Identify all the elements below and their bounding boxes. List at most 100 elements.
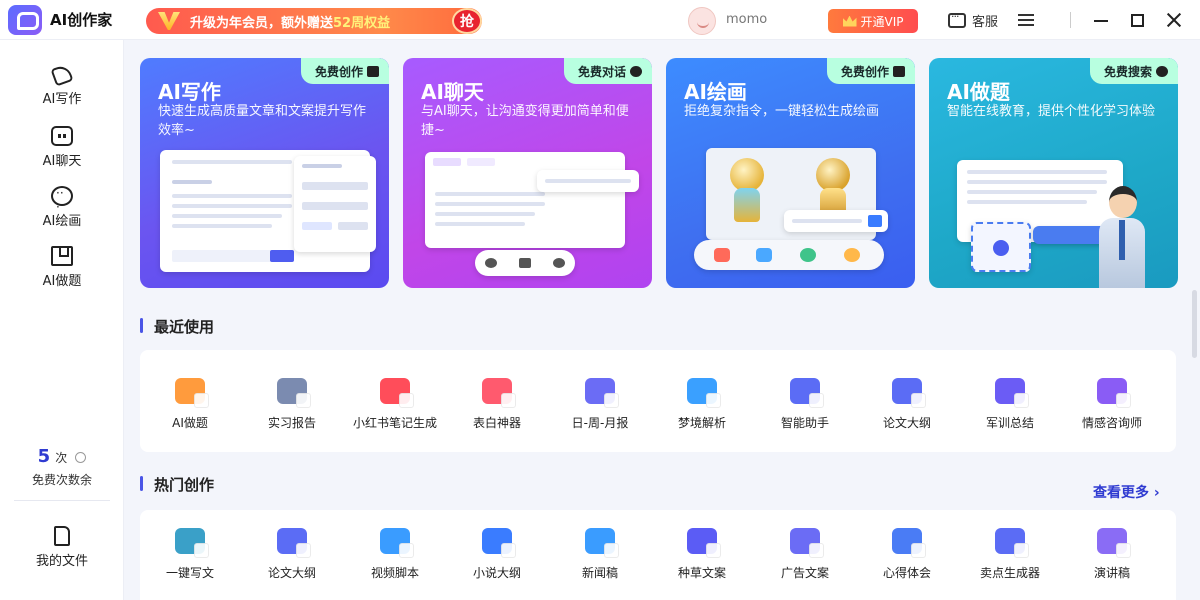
tool-thesis-outline[interactable]: 论文大纲: [857, 378, 957, 431]
badge-icon: [995, 378, 1029, 408]
open-vip-label: 开通VIP: [860, 14, 904, 29]
tool-smart-assistant[interactable]: 智能助手: [755, 378, 855, 431]
tool-label: 一键写文: [165, 566, 214, 580]
card-title: AI写作: [158, 80, 221, 104]
drawing-style-picker-illustration: [694, 240, 884, 270]
card-tag[interactable]: 免费创作: [300, 58, 389, 84]
tool-daily-weekly-report[interactable]: 日-周-月报: [550, 378, 650, 431]
drawing-prompt-illustration: [784, 210, 888, 232]
minimize-icon[interactable]: [1094, 20, 1108, 22]
tool-one-click-writing[interactable]: 一键写文: [140, 528, 240, 581]
app-title: AI创作家: [50, 11, 113, 29]
tool-label: 日-周-月报: [571, 416, 629, 430]
tool-novel-outline[interactable]: 小说大纲: [447, 528, 547, 581]
username[interactable]: momo: [726, 12, 767, 27]
card-title: AI绘画: [684, 80, 747, 104]
tool-label: 种草文案: [677, 566, 726, 580]
tool-video-script[interactable]: 视频脚本: [345, 528, 445, 581]
outline-icon: [277, 528, 311, 558]
recent-tools-panel: AI做题 实习报告 小红书笔记生成 表白神器 日-周-月报 梦境解析 智能助手 …: [140, 350, 1176, 452]
microphone-icon: [1097, 528, 1131, 558]
vip-badge-icon: [146, 8, 190, 34]
book-icon: [482, 528, 516, 558]
card-tag[interactable]: 免费对话: [563, 58, 652, 84]
vip-upgrade-banner[interactable]: 升级为年会员，额外赠送52周权益 抢: [146, 8, 482, 34]
card-ai-drawing[interactable]: 免费创作 AI绘画 拒绝复杂指令，一键轻松生成绘画: [666, 58, 915, 288]
vip-banner-text: 升级为年会员，额外赠送52周权益: [190, 15, 391, 31]
love-letter-icon: [482, 378, 516, 408]
tool-emotional-counselor[interactable]: 情感咨询师: [1062, 378, 1162, 431]
card-ai-chat[interactable]: 免费对话 AI聊天 与AI聊天，让沟通变得更加简单和便捷~: [403, 58, 652, 288]
tool-label: 论文大纲: [882, 416, 931, 430]
chat-bubble-icon: [948, 10, 966, 28]
tool-internship-report[interactable]: 实习报告: [242, 378, 342, 431]
teacher-illustration: [1099, 186, 1145, 288]
tool-confession[interactable]: 表白神器: [447, 378, 547, 431]
card-description: 与AI聊天，让沟通变得更加简单和便捷~: [421, 104, 629, 138]
tool-military-training-summary[interactable]: 军训总结: [960, 378, 1060, 431]
card-ai-homework[interactable]: 免费搜索 AI做题 智能在线教育，提供个性化学习体验: [929, 58, 1178, 288]
upload-box-illustration: [971, 222, 1031, 272]
tool-dream-analysis[interactable]: 梦境解析: [652, 378, 752, 431]
sidebar: AI写作 AI聊天 AI绘画 AI做题 5 次 免费次数余 我的文件: [0, 40, 124, 600]
notepad-icon: [892, 528, 926, 558]
note-icon: [380, 378, 414, 408]
tool-label: 小说大纲: [472, 566, 521, 580]
video-icon: [380, 528, 414, 558]
tool-label: 论文大纲: [267, 566, 316, 580]
maximize-icon[interactable]: [1131, 14, 1144, 27]
sidebar-item-ai-chat[interactable]: AI聊天: [0, 126, 124, 169]
customer-service-label: 客服: [972, 15, 999, 30]
card-ai-writing[interactable]: 免费创作 AI写作 快速生成高质量文章和文案提升写作效率~: [140, 58, 389, 288]
free-count-widget: 5 次 免费次数余: [0, 446, 124, 488]
homework-tool-icon: [175, 378, 209, 408]
tool-label: 新闻稿: [581, 566, 618, 580]
book-icon: [51, 246, 73, 266]
tool-xiaohongshu-notes[interactable]: 小红书笔记生成: [345, 378, 445, 431]
tool-ai-homework[interactable]: AI做题: [140, 378, 240, 431]
chat-preview-illustration: [425, 152, 625, 248]
tool-speech[interactable]: 演讲稿: [1062, 528, 1162, 581]
hamburger-menu-icon[interactable]: [1018, 14, 1034, 26]
tool-product-recommendation[interactable]: 种草文案: [652, 528, 752, 581]
tool-reflection[interactable]: 心得体会: [857, 528, 957, 581]
hot-section-title: 热门创作: [140, 474, 214, 495]
file-icon: [54, 526, 70, 546]
sidebar-divider: [14, 500, 110, 501]
tool-label: 演讲稿: [1093, 566, 1130, 580]
chat-actions-illustration: [475, 250, 575, 276]
customer-service-button[interactable]: 客服: [948, 10, 999, 30]
logo-icon: [8, 4, 42, 35]
card-tag[interactable]: 免费创作: [826, 58, 915, 84]
vertical-scrollbar[interactable]: [1192, 290, 1197, 358]
avatar[interactable]: [688, 7, 716, 35]
robot-icon: [51, 126, 73, 146]
sidebar-item-label: 我的文件: [35, 554, 88, 569]
tool-label: 实习报告: [267, 416, 316, 430]
open-vip-button[interactable]: 开通VIP: [828, 9, 918, 33]
chat-message-bubble-illustration: [537, 170, 639, 192]
title-divider: [1070, 12, 1071, 28]
see-more-link[interactable]: 查看更多 ›: [1093, 482, 1160, 502]
vip-banner-highlight: 52周权益: [333, 15, 391, 31]
newspaper-icon: [585, 528, 619, 558]
tool-press-release[interactable]: 新闻稿: [550, 528, 650, 581]
tool-label: 情感咨询师: [1081, 416, 1142, 430]
card-tag[interactable]: 免费搜索: [1089, 58, 1178, 84]
tag-icon: [995, 528, 1029, 558]
grab-button[interactable]: 抢: [452, 8, 482, 34]
sidebar-item-my-files[interactable]: 我的文件: [0, 526, 124, 569]
tool-label: 卖点生成器: [979, 566, 1040, 580]
writing-options-panel-illustration: [294, 156, 376, 252]
close-icon[interactable]: [1166, 12, 1182, 28]
assistant-icon: [790, 378, 824, 408]
tool-label: 心得体会: [882, 566, 931, 580]
tool-selling-points[interactable]: 卖点生成器: [960, 528, 1060, 581]
tool-thesis-outline-hot[interactable]: 论文大纲: [242, 528, 342, 581]
sidebar-item-ai-drawing[interactable]: AI绘画: [0, 186, 124, 229]
sidebar-item-ai-writing[interactable]: AI写作: [0, 63, 124, 107]
info-icon[interactable]: [75, 452, 87, 463]
sidebar-item-ai-homework[interactable]: AI做题: [0, 246, 124, 289]
tool-ad-copy[interactable]: 广告文案: [755, 528, 855, 581]
thumbs-up-icon: [687, 528, 721, 558]
